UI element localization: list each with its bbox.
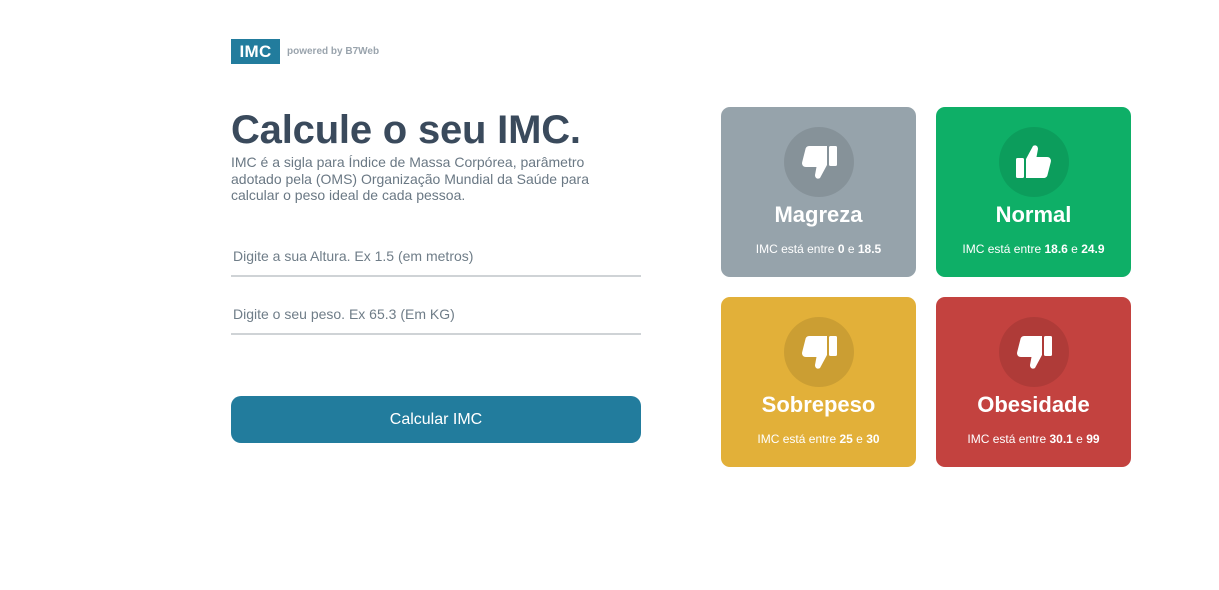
page-description: IMC é a sigla para Índice de Massa Corpó… [231, 154, 589, 203]
card-title: Magreza [774, 202, 863, 227]
altura-input[interactable] [231, 237, 641, 277]
icon-circle [998, 127, 1069, 197]
thumbs-down-icon [801, 336, 837, 369]
thumbs-down-icon [1016, 336, 1052, 369]
card-obesidade: Obesidade IMC está entre 30.1 e 99 [936, 297, 1131, 467]
card-title: Normal [995, 202, 1072, 227]
peso-input[interactable] [231, 295, 641, 335]
card-range: IMC está entre 30.1 e 99 [967, 432, 1100, 446]
card-title: Sobrepeso [761, 392, 876, 417]
card-range: IMC está entre 25 e 30 [757, 432, 880, 446]
card-sobrepeso: Sobrepeso IMC está entre 25 e 30 [721, 297, 916, 467]
intro-section: Calcule o seu IMC. IMC é a sigla para Ín… [231, 108, 641, 204]
icon-circle [783, 317, 854, 387]
calcular-imc-button[interactable]: Calcular IMC [231, 396, 641, 443]
thumbs-down-icon [801, 146, 837, 179]
thumbs-up-icon [1015, 145, 1051, 178]
header: IMC powered by B7Web [231, 39, 379, 64]
imc-logo: IMC [231, 39, 280, 64]
imc-page: IMC powered by B7Web Calcule o seu IMC. … [0, 0, 1219, 590]
card-normal: Normal IMC está entre 18.6 e 24.9 [936, 107, 1131, 277]
icon-circle [783, 127, 854, 197]
card-title: Obesidade [977, 392, 1090, 417]
card-range: IMC está entre 0 e 18.5 [755, 242, 882, 256]
icon-circle [998, 317, 1069, 387]
powered-by-text: powered by B7Web [287, 46, 380, 57]
card-range: IMC está entre 18.6 e 24.9 [962, 242, 1105, 256]
page-title: Calcule o seu IMC. [231, 108, 581, 152]
card-magreza: Magreza IMC está entre 0 e 18.5 [721, 107, 916, 277]
